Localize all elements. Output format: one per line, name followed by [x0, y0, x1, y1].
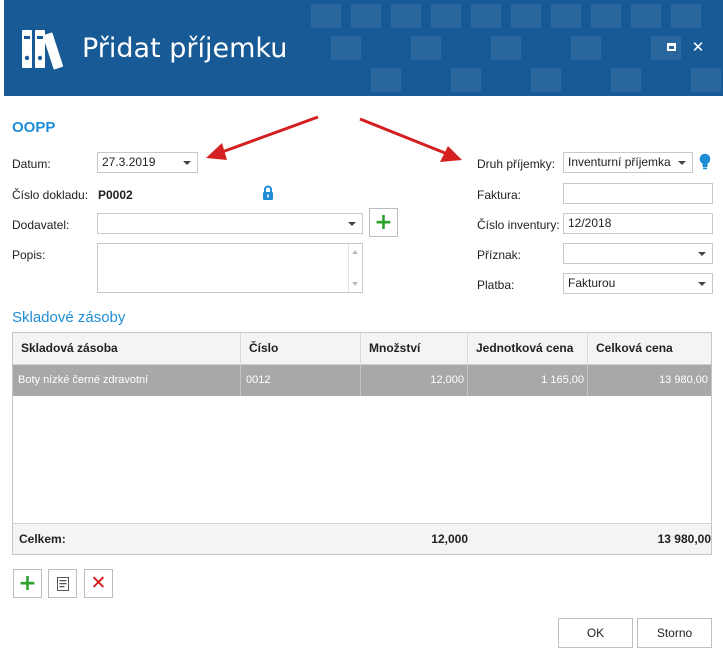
column-header-unit-price[interactable]: Jednotková cena — [468, 333, 588, 364]
plus-icon: + — [18, 570, 37, 596]
priznak-label: Příznak: — [477, 248, 522, 262]
footer-price-total: 13 980,00 — [657, 532, 711, 546]
dropdown-arrow-icon — [678, 161, 686, 165]
arrow-left-line — [221, 115, 319, 154]
scroll-up-icon[interactable] — [352, 250, 358, 254]
title-bar: Přidat příjemku ✕ — [4, 0, 723, 96]
druh-prijemky-dropdown[interactable]: Inventurní příjemka — [563, 152, 693, 173]
dropdown-arrow-icon — [698, 252, 706, 256]
datum-date-picker[interactable]: 27.3.2019 — [97, 152, 198, 173]
scroll-down-icon[interactable] — [352, 282, 358, 286]
platba-dropdown[interactable]: Fakturou — [563, 273, 713, 294]
cell-stock-item[interactable]: Boty nízké černé zdravotní — [13, 365, 241, 396]
arrow-right-head — [440, 146, 462, 162]
section-title-stock: Skladové zásoby — [12, 309, 126, 326]
cancel-button[interactable]: Storno — [637, 618, 712, 648]
close-button[interactable]: ✕ — [689, 38, 707, 56]
dropdown-arrow-icon — [183, 161, 191, 165]
cell-unit-price[interactable]: 1 165,00 — [468, 365, 588, 396]
platba-value: Fakturou — [568, 276, 616, 290]
lock-icon — [263, 185, 273, 200]
datum-value: 27.3.2019 — [102, 155, 156, 169]
dropdown-arrow-icon — [698, 282, 706, 286]
ok-button[interactable]: OK — [558, 618, 633, 648]
lightbulb-icon[interactable] — [699, 153, 711, 171]
grid-footer: Celkem: 12,000 13 980,00 — [13, 523, 711, 554]
cislo-inventury-input[interactable]: 12/2018 — [563, 213, 713, 234]
faktura-input[interactable] — [563, 183, 713, 204]
stock-grid: Skladová zásoba Číslo Množství Jednotkov… — [12, 332, 712, 555]
column-header-quantity[interactable]: Množství — [361, 333, 468, 364]
title-bar-pattern — [311, 4, 721, 92]
druh-prijemky-value: Inventurní příjemka — [568, 155, 671, 169]
dodavatel-label: Dodavatel: — [12, 218, 70, 232]
popis-textarea[interactable] — [97, 243, 363, 293]
delete-icon: ✕ — [90, 572, 107, 594]
maximize-button[interactable] — [662, 38, 680, 56]
platba-label: Platba: — [477, 278, 515, 292]
popis-label: Popis: — [12, 248, 46, 262]
close-icon: ✕ — [691, 38, 705, 56]
cislo-inventury-value: 12/2018 — [568, 216, 612, 230]
column-header-total-price[interactable]: Celková cena — [588, 333, 711, 364]
window-title: Přidat příjemku — [82, 33, 288, 64]
grid-header: Skladová zásoba Číslo Množství Jednotkov… — [13, 333, 711, 365]
document-edit-icon — [56, 576, 69, 591]
column-header-number[interactable]: Číslo — [241, 333, 361, 364]
cislo-inventury-label: Číslo inventury: — [477, 218, 560, 232]
table-row[interactable]: Boty nízké černé zdravotní 0012 12,000 1… — [13, 365, 711, 396]
cislo-dokladu-label: Číslo dokladu: — [12, 188, 89, 202]
dodavatel-dropdown[interactable] — [97, 213, 363, 234]
maximize-icon — [666, 43, 676, 51]
cell-total-price[interactable]: 13 980,00 — [588, 365, 711, 396]
annotation-arrows — [206, 115, 462, 162]
dropdown-arrow-icon — [348, 222, 356, 226]
footer-total-label: Celkem: — [19, 532, 66, 546]
binders-icon — [22, 30, 64, 70]
add-supplier-button[interactable]: + — [369, 208, 398, 237]
footer-quantity-total: 12,000 — [431, 532, 468, 546]
arrow-left-head — [206, 143, 227, 160]
druh-prijemky-label: Druh příjemky: — [477, 157, 556, 171]
plus-icon: + — [374, 209, 393, 235]
arrow-right-line — [359, 117, 446, 155]
cell-quantity[interactable]: 12,000 — [361, 365, 468, 396]
cislo-dokladu-value: P0002 — [98, 188, 133, 202]
delete-item-button[interactable]: ✕ — [84, 569, 113, 598]
priznak-dropdown[interactable] — [563, 243, 713, 264]
textarea-scrollbar[interactable] — [348, 244, 349, 292]
cell-number[interactable]: 0012 — [241, 365, 361, 396]
add-item-button[interactable]: + — [13, 569, 42, 598]
edit-item-button[interactable] — [48, 569, 77, 598]
column-header-stock-item[interactable]: Skladová zásoba — [13, 333, 241, 364]
faktura-label: Faktura: — [477, 188, 522, 202]
section-title-oopp: OOPP — [12, 119, 56, 136]
datum-label: Datum: — [12, 157, 51, 171]
